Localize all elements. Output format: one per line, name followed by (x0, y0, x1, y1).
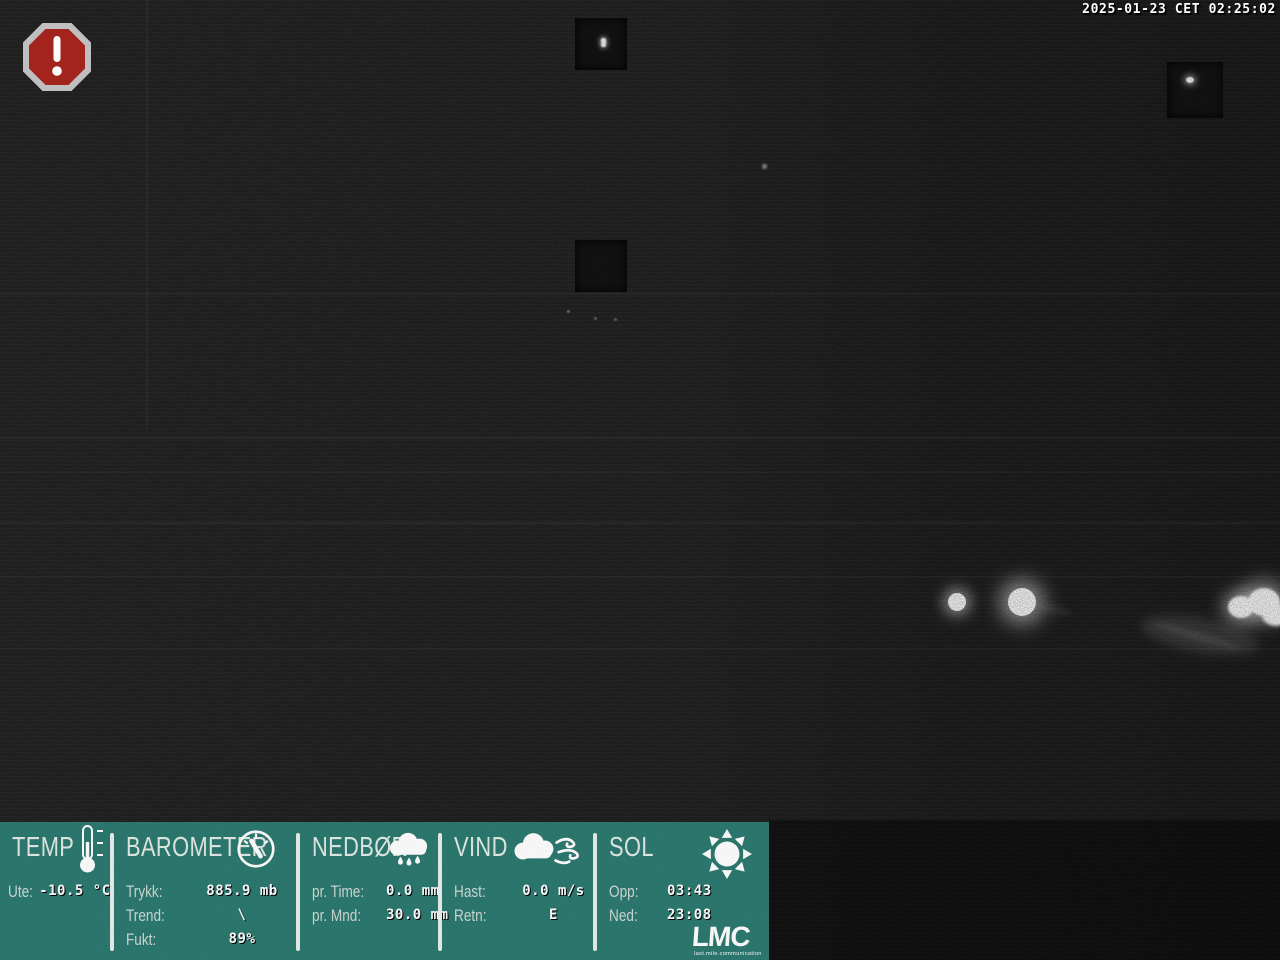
noise-vertical-line (146, 0, 148, 430)
fukt-label: Fukt: (126, 931, 176, 948)
noise-band (0, 437, 1280, 439)
dark-patch (575, 240, 627, 292)
small-light (601, 38, 606, 47)
retn-label: Retn: (454, 907, 502, 924)
noise-band (0, 293, 1280, 295)
row-trend: Trend: \ (114, 903, 296, 927)
row-retn: Retn: E (442, 903, 593, 927)
noise-band (0, 471, 1280, 473)
wind-cloud-icon (505, 830, 585, 875)
pr-time-value: 0.0 mm (386, 883, 446, 899)
rain-cloud-icon (384, 830, 434, 875)
thermometer-icon (72, 824, 106, 879)
dark-corner (769, 820, 1280, 960)
panel-section-nedbor: NEDBØR pr. Time: 0. (300, 822, 438, 960)
noise-band (0, 648, 1280, 650)
hast-label: Hast: (454, 883, 502, 900)
barometer-gauge-icon (236, 829, 276, 874)
row-fukt: Fukt: 89% (114, 927, 296, 951)
sun-icon (701, 828, 753, 885)
panel-section-vind: VIND Ha (442, 822, 593, 960)
warning-octagon-icon[interactable] (22, 22, 92, 92)
faint-dot (594, 317, 597, 320)
opp-label: Opp: (609, 883, 646, 900)
lmc-logo-text: LMC (693, 922, 751, 952)
noise-band (0, 576, 1280, 578)
lmc-logo: LMC last.mile.communication (693, 922, 765, 958)
section-title-vind: VIND (454, 833, 508, 861)
pr-time-label: pr. Time: (312, 883, 371, 900)
pr-mnd-label: pr. Mnd: (312, 907, 371, 924)
ned-value: 23:08 (655, 907, 769, 923)
distant-light (948, 593, 966, 611)
trykk-value: 885.9 mb (188, 883, 296, 899)
faint-dot (762, 164, 767, 169)
scanline-texture (0, 0, 1280, 960)
ned-label: Ned: (609, 907, 646, 924)
ute-value: -10.5 °C (39, 883, 110, 899)
row-ute: Ute: -10.5 °C (0, 879, 110, 903)
webcam-image (0, 0, 1280, 960)
trykk-label: Trykk: (126, 883, 176, 900)
trend-label: Trend: (126, 907, 176, 924)
lmc-logo-subtext: last.mile.communication (694, 951, 762, 957)
trend-value: \ (188, 907, 296, 923)
ute-label: Ute: (8, 883, 33, 900)
small-light (1186, 77, 1194, 83)
row-pr-mnd: pr. Mnd: 30.0 mm (300, 903, 438, 927)
row-pr-time: pr. Time: 0.0 mm (300, 879, 438, 903)
faint-dot (567, 310, 570, 313)
row-opp: Opp: 03:43 (597, 879, 769, 903)
panel-section-barometer: BAROMETER Trykk: 885.9 mb Trend: \ (114, 822, 296, 960)
panel-section-temp: TEMP Ute: -10.5 °C (0, 822, 110, 960)
faint-dot (614, 318, 617, 321)
hast-value: 0.0 m/s (514, 883, 593, 899)
dark-patch (1167, 62, 1223, 118)
row-trykk: Trykk: 885.9 mb (114, 879, 296, 903)
weather-panel: TEMP Ute: -10.5 °C BARO (0, 822, 769, 960)
noise-band (0, 522, 1280, 524)
row-hast: Hast: 0.0 m/s (442, 879, 593, 903)
timestamp: 2025-01-23 CET 02:25:02 (1082, 2, 1276, 17)
distant-light (1008, 588, 1036, 616)
fukt-value: 89% (188, 931, 296, 947)
retn-value: E (514, 907, 593, 923)
webcam-snapshot: 2025-01-23 CET 02:25:02 TEMP (0, 0, 1280, 960)
section-title-temp: TEMP (12, 833, 74, 861)
section-title-sol: SOL (609, 833, 654, 861)
opp-value: 03:43 (655, 883, 769, 899)
